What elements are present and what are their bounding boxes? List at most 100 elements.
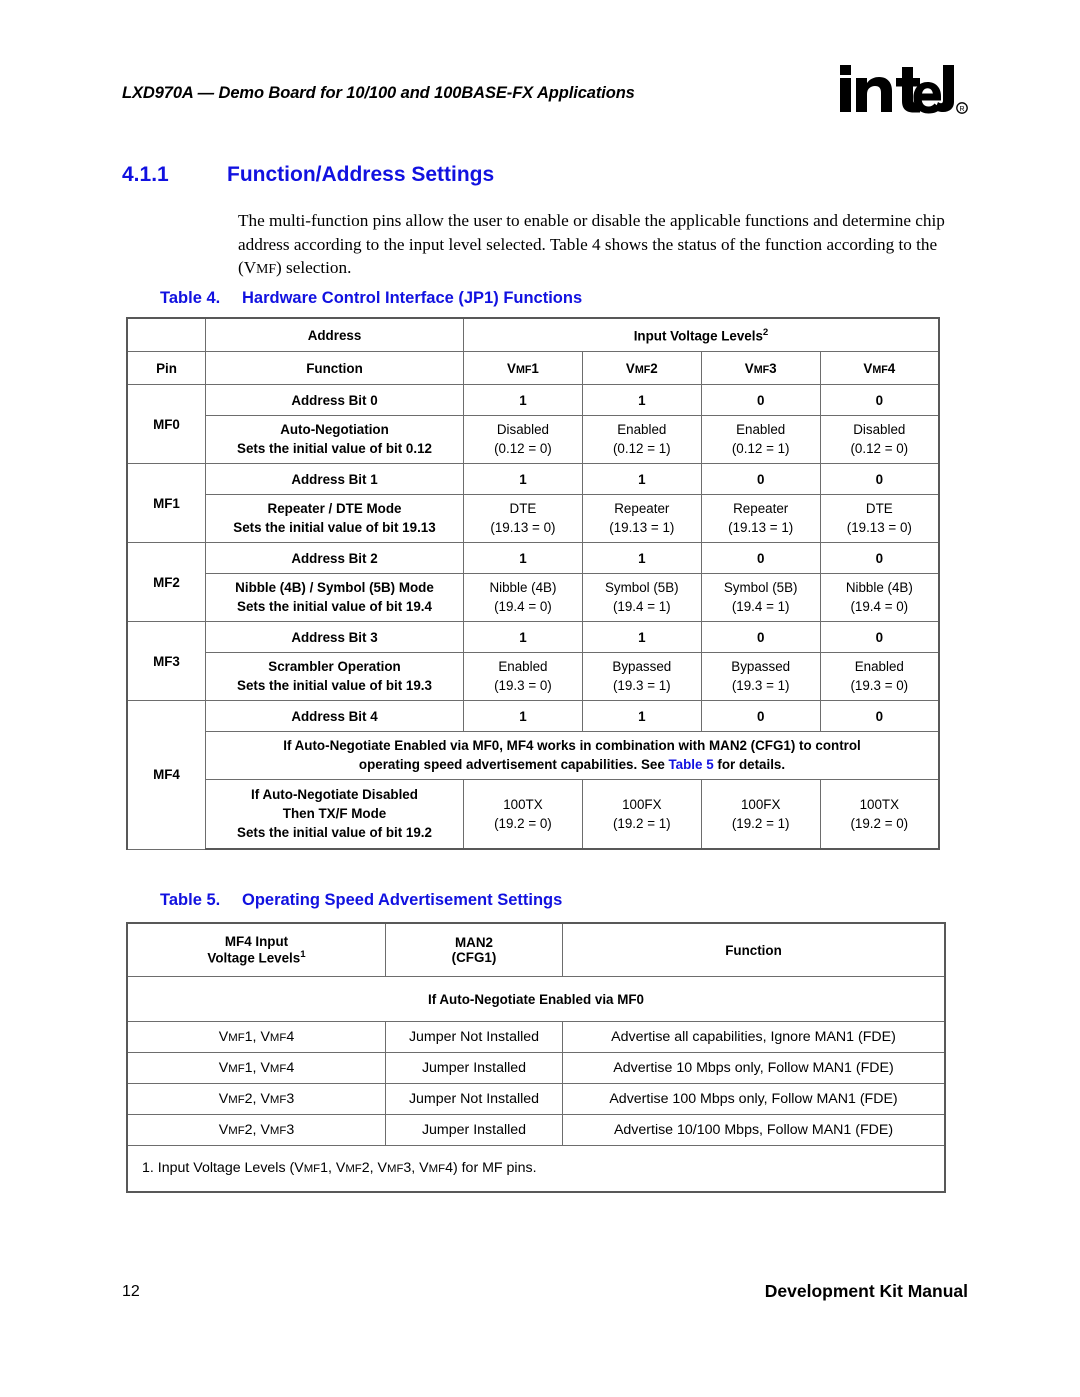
table4-mf4-note-line2: operating speed advertisement capabiliti… [210,755,934,774]
value-note: (19.4 = 0) [850,599,909,614]
paragraph-line-3-post: ) selection. [276,258,352,277]
v-num-a: 1 [244,1060,253,1076]
table4-group-voltage: Input Voltage Levels2 [463,317,940,352]
table4-value-mf3-v3: Bypassed (19.3 = 1) [700,652,821,701]
footnote-sep2: , V [369,1160,387,1176]
table4-caption: Table 4. Hardware Control Interface (JP1)… [160,289,582,308]
table4-header-pin: Pin [126,351,206,385]
value-note: (19.13 = 1) [728,520,794,535]
table4-value-mf4-v2: 100FX (19.2 = 1) [581,779,702,850]
value-note: (19.13 = 1) [609,520,675,535]
value-main: Enabled [498,659,548,674]
vmf2-n: 2 [650,360,658,376]
paragraph-vmf-smallcaps: MF [256,261,277,276]
table4-function-mf4-line1: If Auto-Negotiate Disabled [251,787,418,802]
document-page: LXD970A — Demo Board for 10/100 and 100B… [0,0,1080,1397]
table5-row1-jumper: Jumper Not Installed [385,1021,563,1053]
v-num-a: 2 [244,1122,253,1138]
table4-group-voltage-text: Input Voltage Levels [633,328,763,344]
footnote-sep3: , V [411,1160,429,1176]
table-row: MF1 Address Bit 1 1 1 0 0 [126,463,940,543]
table4-function-mf1-line2: Sets the initial value of bit 19.13 [233,520,436,535]
table4-function-mf0-line1: Auto-Negotiation [280,422,389,437]
table5-row2-function: Advertise 10 Mbps only, Follow MAN1 (FDE… [562,1052,946,1084]
table5-header-function: Function [562,922,946,977]
footnote-sc4: MF [428,1163,446,1175]
table4-value-mf1-v2: Repeater (19.13 = 1) [581,494,702,543]
table4-addrbit-mf4: Address Bit 4 [205,700,464,732]
table5-banner: If Auto-Negotiate Enabled via MF0 [126,976,946,1022]
value-main: Repeater [614,501,670,516]
table5-crossref-link[interactable]: Table 5 [669,757,714,772]
table4-header-vmf1: VMF1 [463,351,583,385]
v-sc2: MF [269,1094,287,1106]
value-note: (19.2 = 0) [494,815,552,831]
table4-addrbit-mf2-v1: 1 [463,542,583,574]
v-sc: MF [228,1063,245,1075]
v-letter: V [218,1122,229,1138]
table5-header-man2-line1: MAN2 [455,935,493,950]
footnote-post: ) for MF pins. [452,1160,537,1176]
v-sc: MF [228,1125,245,1137]
table5-header-man2-line2: (CFG1) [451,950,497,965]
table4-header-vmf4: VMF4 [819,351,940,385]
table4-addrbit-mf4-v1: 1 [463,700,583,732]
vmf3-n: 3 [769,360,777,376]
v-sc2: MF [269,1063,287,1075]
table4-value-mf3-v2: Bypassed (19.3 = 1) [581,652,702,701]
v-letter: V [218,1091,229,1107]
v-letter2: V [260,1122,270,1138]
table-row: Address Input Voltage Levels2 [126,317,940,352]
table5-header-voltage-sup: 1 [300,949,306,961]
v-num-b: 3 [286,1091,295,1107]
table5-row1-function: Advertise all capabilities, Ignore MAN1 … [562,1021,946,1053]
table4-value-mf1-v1: DTE (19.13 = 0) [463,494,583,543]
value-note: (0.12 = 0) [850,441,909,456]
footnote-sc2: MF [345,1163,362,1175]
table4-addrbit-mf1-v4: 0 [819,463,940,495]
vmf2-v: V [625,360,635,376]
v-sc: MF [228,1032,245,1044]
table4-value-mf0-v1: Disabled (0.12 = 0) [463,415,583,464]
table4-addrbit-mf2-v4: 0 [819,542,940,574]
table-row: MF4 Input Voltage Levels1 MAN2 (CFG1) Fu… [126,922,946,977]
table4-value-mf2-v2: Symbol (5B) (19.4 = 1) [581,573,702,622]
value-main: Disabled [496,422,549,437]
table4-header-vmf3: VMF3 [700,351,821,385]
table4-group-address: Address [205,317,464,352]
table4-addrbit-mf2-v3: 0 [700,542,821,574]
table4-mf4-note: If Auto-Negotiate Enabled via MF0, MF4 w… [205,731,940,780]
table4-value-mf4-v4: 100TX (19.2 = 0) [819,779,940,850]
v-letter2: V [260,1029,270,1045]
table4-function-mf0: Auto-Negotiation Sets the initial value … [205,415,464,464]
v-num-b: 3 [286,1122,295,1138]
value-note: (0.12 = 0) [494,441,552,456]
table-row: MF2 Address Bit 2 1 1 0 0 [126,542,940,622]
value-note: (19.4 = 1) [612,599,671,614]
table5-header-voltage-levels: Voltage Levels [207,950,301,966]
table-row: 1. Input Voltage Levels (VMF1, VMF2, VMF… [126,1145,946,1193]
table5-header-mf4-input: MF4 Input Voltage Levels1 [126,922,386,977]
table4-addrbit-mf0-v2: 1 [581,384,702,416]
table4-value-mf2-v1: Nibble (4B) (19.4 = 0) [463,573,583,622]
v-num-a: 2 [244,1091,253,1107]
table4-addrbit-mf2-v2: 1 [581,542,702,574]
table4-addrbit-mf3-v4: 0 [819,621,940,653]
vmf4-sc: MF [872,363,888,376]
value-note: (0.12 = 1) [731,441,790,456]
table4-group-voltage-superscript: 2 [762,326,769,338]
table-row: If Auto-Negotiate Enabled via MF0, MF4 w… [127,731,940,780]
table4-value-mf0-v4: Disabled (0.12 = 0) [819,415,940,464]
table4-value-mf2-v3: Symbol (5B) (19.4 = 1) [700,573,821,622]
table4-value-mf1-v3: Repeater (19.13 = 1) [700,494,821,543]
table-row: Repeater / DTE Mode Sets the initial val… [127,494,940,543]
svg-text:R: R [959,106,964,113]
footnote-n1: 1 [320,1160,328,1176]
table4-addrbit-mf2: Address Bit 2 [205,542,464,574]
footnote-sep1: , V [327,1160,346,1176]
v-num-b: 4 [286,1029,295,1045]
value-main: Enabled [736,422,786,437]
value-main: Enabled [854,659,904,674]
table-row: VMF2, VMF3 Jumper Not Installed Advertis… [126,1083,946,1115]
v-sc: MF [228,1094,245,1106]
